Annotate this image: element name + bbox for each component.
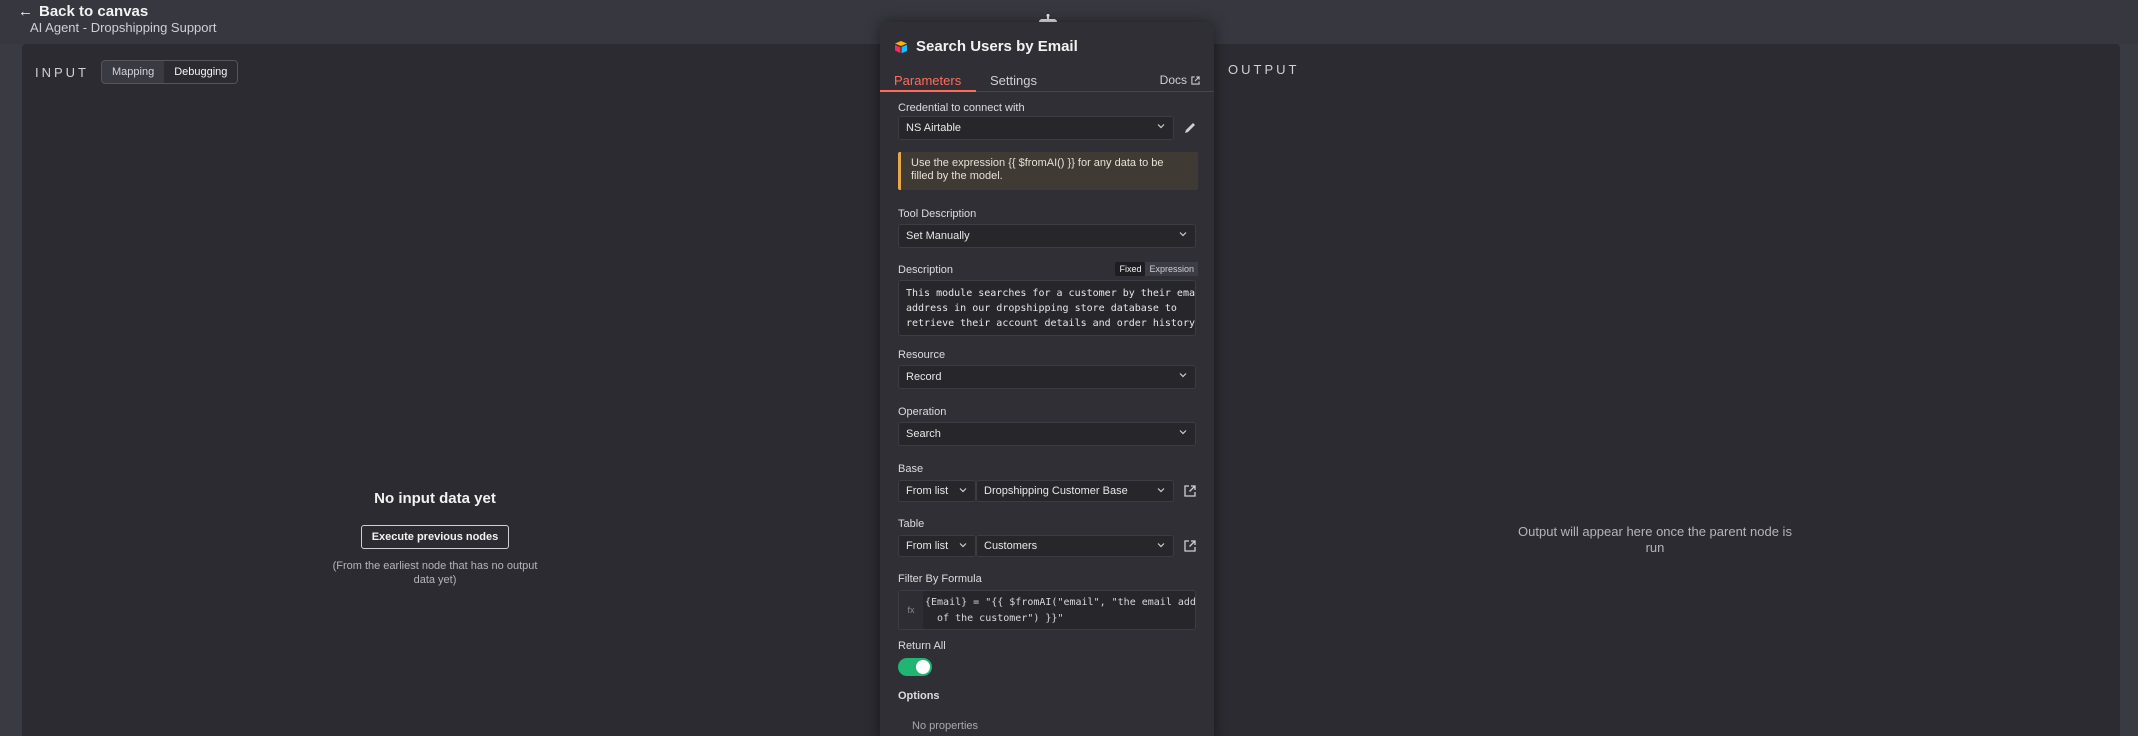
edit-credential-pencil-icon[interactable] [1183,121,1197,135]
back-to-canvas-label: Back to canvas [39,3,149,20]
chevron-down-icon [959,543,967,548]
tool-description-label: Tool Description [898,208,977,220]
options-label: Options [898,690,940,702]
filter-formula-code: {Email} = "{{ $fromAI("email", "the emai… [925,597,1196,624]
credential-select[interactable]: NS Airtable [898,116,1174,140]
input-panel-title: INPUT [35,64,89,80]
node-tabs: Parameters Settings Docs [880,66,1214,92]
base-mode-value: From list [906,485,949,497]
docs-label: Docs [1159,73,1187,87]
expression-fx-icon: fx [899,591,923,629]
active-tab-indicator [880,90,976,92]
chevron-down-icon [1157,124,1165,129]
node-parameters-panel: Search Users by Email Parameters Setting… [880,22,1214,736]
debugging-mode-button[interactable]: Debugging [164,61,238,83]
no-input-hint: (From the earliest node that has no outp… [332,560,538,586]
from-ai-notice: Use the expression {{ $fromAI() }} for a… [898,152,1198,190]
resource-label: Resource [898,349,946,361]
chevron-down-icon [1157,543,1165,548]
docs-link[interactable]: Docs [1160,73,1200,87]
base-label: Base [898,463,924,475]
base-select[interactable]: Dropshipping Customer Base [976,480,1174,502]
table-mode-value: From list [906,540,949,552]
tool-description-select[interactable]: Set Manually [898,224,1196,248]
open-base-external-icon[interactable] [1183,484,1197,498]
operation-value: Search [906,428,941,440]
chevron-down-icon [1179,430,1187,435]
filter-formula-label: Filter By Formula [898,573,982,585]
input-panel-header: INPUT Mapping Debugging [35,60,239,84]
workflow-name: AI Agent - Dropshipping Support [30,20,217,35]
fixed-expression-switch: Fixed Expression [1115,262,1198,276]
chevron-down-icon [1157,488,1165,493]
input-mode-switch: Mapping Debugging [101,60,239,84]
tool-description-value: Set Manually [906,230,970,242]
no-input-title: No input data yet [374,490,496,507]
toggle-knob [916,660,930,674]
output-empty-message: Output will appear here once the parent … [1518,524,1792,555]
input-empty-state: No input data yet Execute previous nodes… [330,490,540,587]
expression-mode-button[interactable]: Expression [1145,262,1198,276]
fixed-mode-button[interactable]: Fixed [1115,262,1146,276]
credential-value: NS Airtable [906,122,962,134]
credential-label: Credential to connect with [898,102,1025,114]
node-title[interactable]: Search Users by Email [916,38,1078,55]
base-mode-select[interactable]: From list [898,480,976,502]
operation-label: Operation [898,406,947,418]
filter-formula-editor[interactable]: fx {Email} = "{{ $fromAI("email", "the e… [898,590,1196,630]
execute-previous-nodes-button[interactable]: Execute previous nodes [360,525,510,549]
table-value: Customers [984,540,1038,552]
node-header: Search Users by Email [894,38,1078,55]
return-all-label: Return All [898,640,946,652]
description-label: Description [898,264,954,276]
resource-select[interactable]: Record [898,365,1196,389]
back-to-canvas-link[interactable]: ← Back to canvas [18,3,148,20]
no-properties-text: No properties [912,720,979,732]
table-mode-select[interactable]: From list [898,535,976,557]
operation-select[interactable]: Search [898,422,1196,446]
mapping-mode-button[interactable]: Mapping [102,61,165,83]
resource-value: Record [906,371,942,383]
arrow-left-icon: ← [18,3,33,20]
tab-settings[interactable]: Settings [990,73,1037,88]
chevron-down-icon [1179,373,1187,378]
description-textarea[interactable]: This module searches for a customer by t… [898,280,1196,336]
airtable-logo-icon [895,40,907,53]
chevron-down-icon [1179,232,1187,237]
chevron-down-icon [959,488,967,493]
base-value: Dropshipping Customer Base [984,485,1128,497]
table-select[interactable]: Customers [976,535,1174,557]
external-link-icon [1191,75,1200,85]
open-table-external-icon[interactable] [1183,539,1197,553]
tab-parameters[interactable]: Parameters [894,73,961,88]
output-panel-title: OUTPUT [1228,62,1300,77]
return-all-toggle[interactable] [898,658,932,676]
table-label: Table [898,518,925,530]
